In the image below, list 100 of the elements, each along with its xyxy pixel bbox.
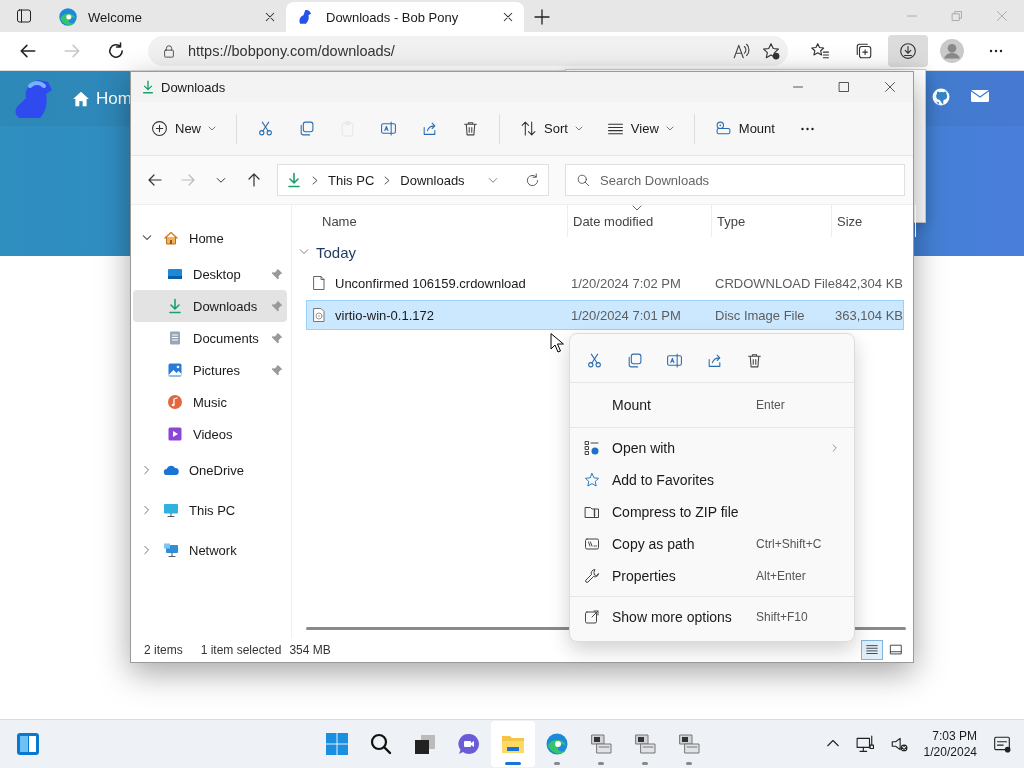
sort-button[interactable]: Sort (510, 110, 593, 147)
desktop-icon (167, 266, 183, 282)
sort-caret-icon (632, 205, 642, 211)
nav-item[interactable]: Home (133, 218, 287, 258)
forward-arrow-icon (63, 42, 81, 60)
house-icon (163, 230, 179, 246)
address-bar[interactable]: This PC Downloads (277, 164, 549, 196)
collections-icon (855, 42, 873, 60)
new-button[interactable]: New (141, 110, 226, 147)
read-aloud-icon (732, 42, 750, 60)
tab-title: Welcome (88, 9, 143, 25)
zip-folder-icon (584, 504, 600, 520)
type-cell-text: Disc Image File (714, 307, 806, 323)
star-icon (584, 472, 600, 488)
date-cell-text: 1/20/2024 7:02 PM (570, 275, 682, 291)
download-icon (899, 42, 917, 60)
column-header[interactable]: Name (322, 213, 357, 229)
github-icon (932, 88, 950, 106)
file-row[interactable]: virtio-win-0.1.172 1/20/2024 7:01 PM Disc Image File 363,104 KB (306, 300, 904, 330)
blank-file-icon (311, 275, 327, 291)
caret-down-icon (208, 126, 216, 131)
breadcrumb-item[interactable]: This PC (328, 172, 375, 188)
file-row[interactable]: Unconfirmed 106159.crdownload 1/20/2024 7:02 PM CRDOWNLOAD File842,304 KB (306, 268, 904, 298)
network-monitor-icon (163, 542, 179, 558)
nav-item[interactable]: This PC (133, 490, 287, 530)
computer-icon (633, 732, 657, 756)
copy-icon (298, 120, 315, 137)
file-name: virtio-win-0.1.172 (335, 307, 434, 323)
house-icon (72, 89, 90, 108)
menu-item[interactable]: Mount Enter (570, 387, 854, 423)
scissors-icon (257, 120, 274, 137)
chevron-right-icon (384, 175, 391, 185)
restore-icon (950, 10, 963, 22)
tab-actions-icon (16, 8, 32, 24)
favorites-icon (811, 42, 829, 60)
details-list-icon (865, 643, 879, 657)
nav-item[interactable]: OneDrive (133, 450, 287, 490)
computer-icon (589, 732, 613, 756)
wrench-icon (584, 568, 600, 584)
maximize-icon (838, 81, 850, 93)
menu-item[interactable]: Compress to ZIP file (570, 496, 854, 528)
star-plus-icon (762, 42, 780, 60)
search-field[interactable]: Search Downloads (565, 164, 905, 196)
menu-item[interactable]: Open with (570, 432, 854, 464)
caret-down-icon (574, 126, 583, 131)
nav-item[interactable]: Documents (133, 322, 287, 354)
plus-circle-icon (151, 120, 168, 137)
home-link[interactable]: Hom (72, 88, 132, 109)
address-bar[interactable]: https://bobpony.com/downloads/ (148, 36, 788, 66)
music-note-icon (167, 394, 183, 410)
nav-item[interactable]: Music (133, 386, 287, 418)
selection-size: 354 MB (289, 643, 331, 657)
menu-item[interactable]: Add to Favorites (570, 464, 854, 496)
share-icon (421, 120, 438, 137)
menu-item[interactable]: Show more options Shift+F10 (570, 601, 854, 633)
document-icon (167, 330, 183, 346)
lock-icon (162, 44, 176, 58)
avatar-icon (939, 38, 965, 64)
back-arrow-icon (19, 42, 37, 60)
search-icon (369, 732, 393, 756)
details-view-button[interactable] (861, 640, 883, 660)
size-cell-text: 363,104 KB (834, 307, 904, 323)
nav-item[interactable]: Videos (133, 418, 287, 450)
date-cell-text: 1/20/2024 7:01 PM (570, 307, 682, 323)
menu-item[interactable]: Properties Alt+Enter (570, 560, 854, 592)
download-arrow-icon (141, 80, 155, 94)
mount-button[interactable]: Mount (704, 110, 785, 147)
path-icon (584, 536, 600, 552)
refresh-icon (107, 42, 125, 60)
more-icon (988, 49, 1004, 53)
view-button[interactable]: View (596, 110, 684, 147)
search-icon (577, 174, 590, 187)
sort-arrows-icon (520, 120, 537, 137)
chevron-right-icon (312, 175, 319, 185)
mouse-cursor-icon (550, 333, 564, 353)
refresh-icon (525, 172, 540, 188)
clock[interactable]: 7:03 PM 1/20/2024 (918, 726, 982, 762)
column-header[interactable]: Size (837, 213, 863, 229)
nav-item[interactable]: Network (133, 530, 287, 570)
edge-logo-icon (545, 732, 569, 756)
downloads-button[interactable] (888, 35, 928, 67)
monitor-icon (163, 502, 179, 518)
column-header[interactable]: Date modified (573, 213, 654, 229)
menu-item[interactable]: Copy as path Ctrl+Shift+C (570, 528, 854, 560)
nav-item[interactable]: Desktop (133, 258, 287, 290)
column-header[interactable]: Type (717, 213, 746, 229)
group-header[interactable]: Today (292, 237, 916, 267)
speaker-muted-icon (889, 735, 908, 753)
disc-drive-icon (714, 120, 732, 137)
forward-arrow-icon (179, 172, 196, 188)
picture-icon (167, 362, 183, 378)
nav-item[interactable]: Downloads (133, 290, 287, 322)
browser-tab[interactable]: Welcome (48, 2, 286, 32)
browser-tab[interactable]: Downloads - Bob Pony (286, 2, 524, 32)
nav-item[interactable]: Pictures (133, 354, 287, 386)
pin-icon (271, 300, 283, 312)
rename-icon (380, 120, 397, 137)
breadcrumb-item[interactable]: Downloads (400, 172, 465, 188)
computer-icon (677, 732, 701, 756)
url-text: https://bobpony.com/downloads/ (188, 43, 396, 59)
